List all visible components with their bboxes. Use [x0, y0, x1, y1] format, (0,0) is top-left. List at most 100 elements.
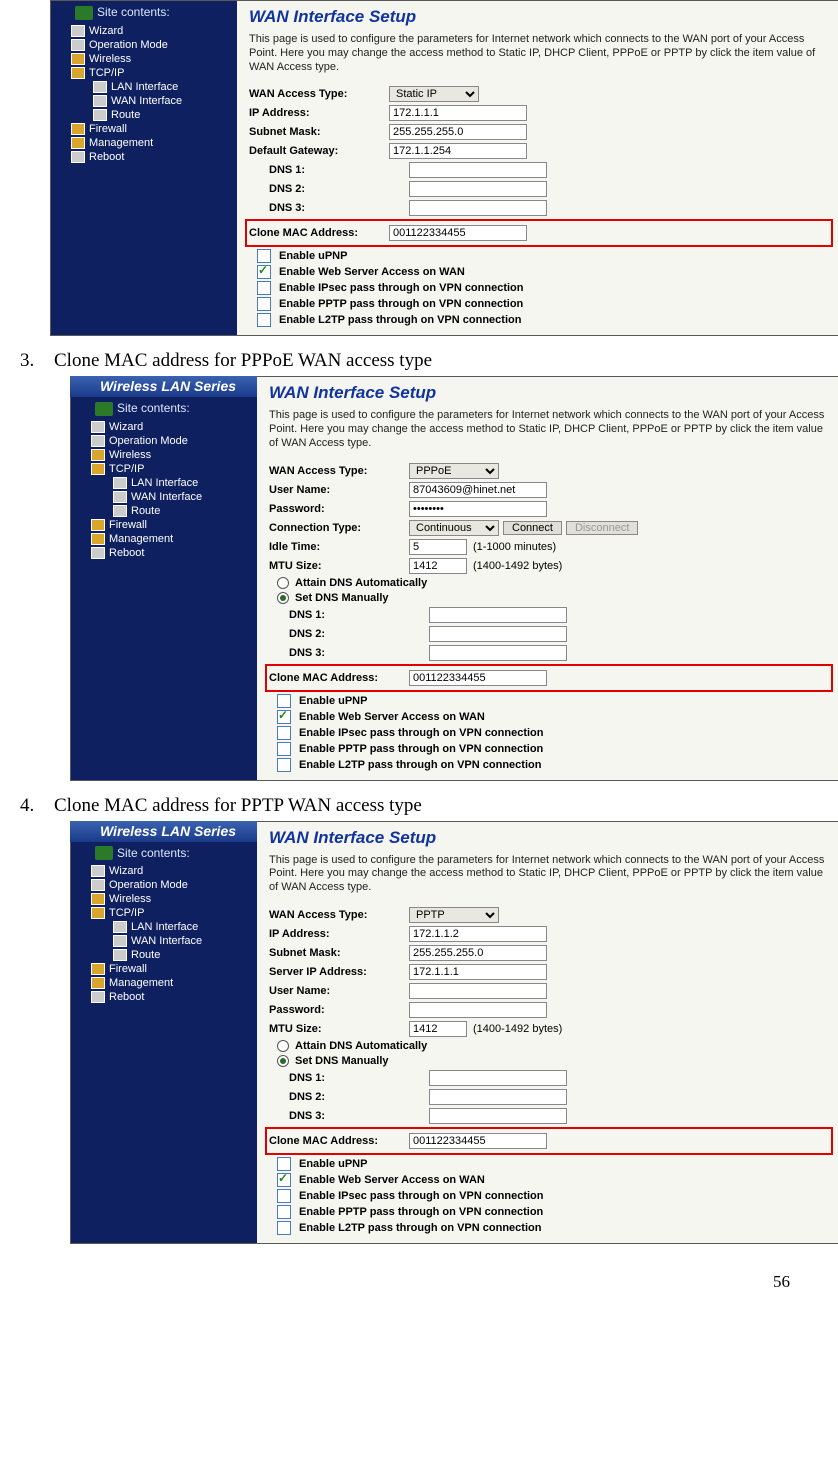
checkbox-ipsec[interactable] — [277, 726, 291, 740]
step-3-number: 3. — [20, 350, 54, 372]
label-mtu: MTU Size: — [269, 1023, 409, 1035]
nav-firewall[interactable]: Firewall — [57, 122, 237, 136]
nav-wireless[interactable]: Wireless — [77, 448, 257, 462]
nav-mgmt[interactable]: Management — [77, 976, 257, 990]
nav-wizard[interactable]: Wizard — [57, 24, 237, 38]
checkbox-upnp[interactable] — [277, 694, 291, 708]
nav-lan[interactable]: LAN Interface — [57, 80, 237, 94]
page-icon — [93, 81, 107, 93]
page-number: 56 — [20, 1252, 818, 1302]
nav-opmode[interactable]: Operation Mode — [77, 434, 257, 448]
radio-set-dns[interactable] — [277, 1055, 289, 1067]
nav-lan[interactable]: LAN Interface — [77, 920, 257, 934]
nav-wireless[interactable]: Wireless — [77, 892, 257, 906]
nav-firewall[interactable]: Firewall — [77, 518, 257, 532]
radio-set-dns[interactable] — [277, 592, 289, 604]
checkbox-web[interactable] — [277, 1173, 291, 1187]
radio-attain-dns[interactable] — [277, 1040, 289, 1052]
dns2-input[interactable] — [429, 626, 567, 642]
nav-wan[interactable]: WAN Interface — [77, 490, 257, 504]
wan-access-select[interactable]: PPPoE — [409, 463, 499, 479]
user-input[interactable] — [409, 482, 547, 498]
wan-access-select[interactable]: Static IP — [389, 86, 479, 102]
checkbox-upnp[interactable] — [277, 1157, 291, 1171]
clone-mac-input[interactable] — [409, 670, 547, 686]
titlebar: Wireless LAN Series — [70, 821, 258, 842]
checkbox-l2tp[interactable] — [277, 1221, 291, 1235]
nav-wireless[interactable]: Wireless — [57, 52, 237, 66]
page-icon — [91, 991, 105, 1003]
pass-input[interactable] — [409, 501, 547, 517]
subnet-input[interactable] — [389, 124, 527, 140]
titlebar: Wireless LAN Series — [70, 376, 258, 397]
nav-opmode[interactable]: Operation Mode — [77, 878, 257, 892]
sidebar-title: Site contents: — [117, 846, 190, 860]
checkbox-l2tp[interactable] — [257, 313, 271, 327]
step-3-text: Clone MAC address for PPPoE WAN access t… — [54, 350, 818, 372]
nav-opmode[interactable]: Operation Mode — [57, 38, 237, 52]
nav-firewall[interactable]: Firewall — [77, 962, 257, 976]
checkbox-web[interactable] — [277, 710, 291, 724]
nav-wizard[interactable]: Wizard — [77, 864, 257, 878]
dns3-input[interactable] — [429, 1108, 567, 1124]
checkbox-pptp[interactable] — [277, 742, 291, 756]
nav-route[interactable]: Route — [77, 504, 257, 518]
dns3-input[interactable] — [429, 645, 567, 661]
folder-icon — [91, 893, 105, 905]
pass-input[interactable] — [409, 1002, 547, 1018]
label-pptp: Enable PPTP pass through on VPN connecti… — [279, 298, 523, 310]
dns2-input[interactable] — [429, 1089, 567, 1105]
dns1-input[interactable] — [429, 1070, 567, 1086]
sidebar: Site contents: Wizard Operation Mode Wir… — [51, 1, 237, 335]
nav-route[interactable]: Route — [57, 108, 237, 122]
page-title: WAN Interface Setup — [269, 828, 829, 848]
disconnect-button[interactable]: Disconnect — [566, 521, 638, 535]
idle-input[interactable] — [409, 539, 467, 555]
checkbox-ipsec[interactable] — [257, 281, 271, 295]
connect-button[interactable]: Connect — [503, 521, 562, 535]
nav-wan[interactable]: WAN Interface — [57, 94, 237, 108]
nav-tcpip[interactable]: TCP/IP — [57, 66, 237, 80]
ip-input[interactable] — [409, 926, 547, 942]
page-title: WAN Interface Setup — [249, 7, 829, 27]
dns1-input[interactable] — [429, 607, 567, 623]
nav-tcpip[interactable]: TCP/IP — [77, 462, 257, 476]
nav-reboot[interactable]: Reboot — [77, 990, 257, 1004]
checkbox-l2tp[interactable] — [277, 758, 291, 772]
nav-wizard[interactable]: Wizard — [77, 420, 257, 434]
subnet-input[interactable] — [409, 945, 547, 961]
nav-lan[interactable]: LAN Interface — [77, 476, 257, 490]
checkbox-ipsec[interactable] — [277, 1189, 291, 1203]
checkbox-web[interactable] — [257, 265, 271, 279]
mtu-input[interactable] — [409, 558, 467, 574]
screenshot-pptp: Wireless LAN Series Site contents: Wizar… — [70, 821, 838, 1244]
nav-tcpip[interactable]: TCP/IP — [77, 906, 257, 920]
server-ip-input[interactable] — [409, 964, 547, 980]
checkbox-upnp[interactable] — [257, 249, 271, 263]
checkbox-pptp[interactable] — [257, 297, 271, 311]
label-upnp: Enable uPNP — [279, 250, 347, 262]
ip-input[interactable] — [389, 105, 527, 121]
nav-mgmt[interactable]: Management — [57, 136, 237, 150]
gateway-input[interactable] — [389, 143, 527, 159]
conn-type-select[interactable]: Continuous — [409, 520, 499, 536]
nav-mgmt[interactable]: Management — [77, 532, 257, 546]
radio-attain-dns[interactable] — [277, 577, 289, 589]
screenshot-pppoe: Wireless LAN Series Site contents: Wizar… — [70, 376, 838, 780]
wan-access-select[interactable]: PPTP — [409, 907, 499, 923]
nav-reboot[interactable]: Reboot — [77, 546, 257, 560]
mtu-input[interactable] — [409, 1021, 467, 1037]
nav-route[interactable]: Route — [77, 948, 257, 962]
idle-note: (1-1000 minutes) — [473, 541, 556, 553]
clone-mac-input[interactable] — [389, 225, 527, 241]
dns2-input[interactable] — [409, 181, 547, 197]
dns1-input[interactable] — [409, 162, 547, 178]
page-icon — [113, 935, 127, 947]
nav-reboot[interactable]: Reboot — [57, 150, 237, 164]
screenshot-static-ip: Site contents: Wizard Operation Mode Wir… — [50, 0, 838, 336]
dns3-input[interactable] — [409, 200, 547, 216]
clone-mac-input[interactable] — [409, 1133, 547, 1149]
user-input[interactable] — [409, 983, 547, 999]
checkbox-pptp[interactable] — [277, 1205, 291, 1219]
nav-wan[interactable]: WAN Interface — [77, 934, 257, 948]
